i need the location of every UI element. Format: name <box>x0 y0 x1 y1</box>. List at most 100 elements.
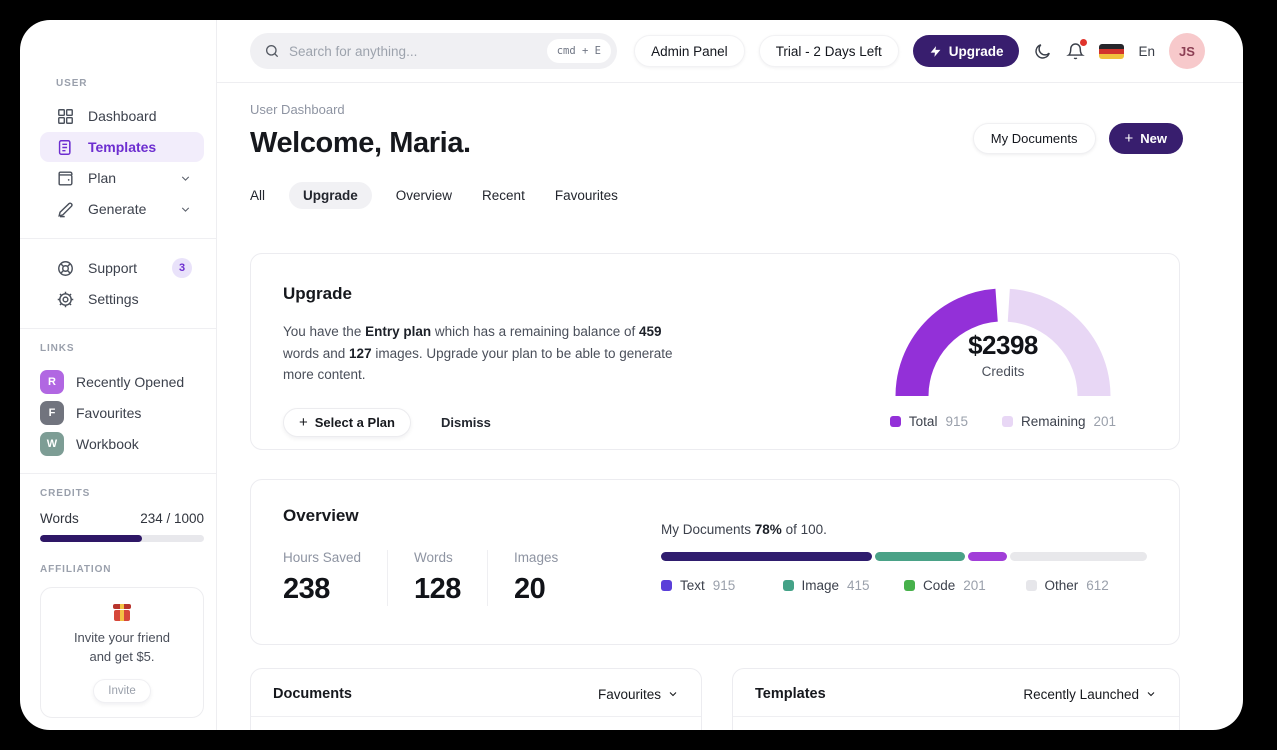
sidebar-item-settings[interactable]: Settings <box>40 284 204 314</box>
templates-filter-dropdown[interactable]: Recently Launched <box>1023 687 1157 702</box>
user-avatar[interactable]: JS <box>1169 33 1205 69</box>
tab-all[interactable]: All <box>250 188 265 203</box>
sidebar-link-favourites[interactable]: F Favourites <box>40 397 204 428</box>
chevron-down-icon <box>1145 688 1157 700</box>
legend-other: Other 612 <box>1025 578 1148 593</box>
credits-progress-bar <box>40 535 204 542</box>
support-badge: 3 <box>172 258 192 278</box>
legend-image: Image 415 <box>782 578 905 593</box>
sidebar-item-label: Support <box>88 260 138 276</box>
pencil-icon <box>56 200 75 219</box>
plus-icon: + <box>1124 130 1134 147</box>
tab-favourites[interactable]: Favourites <box>555 188 618 203</box>
my-documents-button[interactable]: My Documents <box>972 123 1096 154</box>
search-box[interactable]: cmd + E <box>250 33 617 69</box>
legend-text: Text 915 <box>661 578 783 593</box>
app-window: USER Dashboard Templates Plan Generate S… <box>20 20 1243 730</box>
german-flag-icon[interactable] <box>1099 43 1125 59</box>
notifications-bell[interactable] <box>1066 38 1088 61</box>
topbar: cmd + E Admin Panel Trial - 2 Days Left … <box>217 20 1243 83</box>
divider <box>20 473 216 474</box>
upgrade-card: Upgrade You have the Entry plan which ha… <box>250 253 1180 450</box>
legend-remaining: Remaining 201 <box>1001 414 1116 429</box>
legend-total: Total 915 <box>889 414 968 429</box>
link-label: Favourites <box>76 404 142 421</box>
tab-upgrade[interactable]: Upgrade <box>289 182 372 209</box>
sidebar-item-templates[interactable]: Templates <box>40 132 204 162</box>
template-row[interactable]: Blog Post Title in Workbook <box>733 717 1179 730</box>
bar-segment-text <box>661 552 873 561</box>
plus-icon: + <box>299 413 308 431</box>
divider <box>20 238 216 239</box>
sidebar-item-label: Plan <box>88 170 117 186</box>
sidebar-link-workbook[interactable]: W Workbook <box>40 428 204 459</box>
gift-icon <box>113 604 131 621</box>
sidebar-section-credits: CREDITS <box>40 488 91 499</box>
select-plan-button[interactable]: + Select a Plan <box>283 407 411 437</box>
link-label: Workbook <box>76 435 139 452</box>
lightning-icon <box>929 45 942 58</box>
breadcrumb: User Dashboard <box>250 102 345 117</box>
sidebar-item-plan[interactable]: Plan <box>40 163 204 193</box>
legend-swatch <box>904 580 915 591</box>
link-letter-badge: F <box>40 400 64 425</box>
chevron-down-icon <box>179 203 192 216</box>
notification-dot <box>1080 38 1088 46</box>
document-row[interactable]: Untitled Document in Workbook <box>251 717 701 730</box>
documents-progress-bar <box>661 552 1147 561</box>
documents-progress-text: My Documents 78% of 100. <box>661 522 827 537</box>
affiliation-text-line1: Invite your friend <box>73 630 171 645</box>
legend-swatch <box>782 580 794 591</box>
credits-gauge: $2398 Credits Total 915 Remaining 201 <box>883 278 1123 429</box>
tab-recent[interactable]: Recent <box>482 188 525 203</box>
new-button[interactable]: + New <box>1108 123 1183 154</box>
legend-swatch <box>1025 580 1037 591</box>
sidebar-item-label: Dashboard <box>88 108 157 124</box>
upgrade-button[interactable]: Upgrade <box>912 35 1020 67</box>
stat-words: Words 128 <box>414 550 488 606</box>
trial-badge[interactable]: Trial - 2 Days Left <box>758 35 899 67</box>
affiliation-text-line2: and get $5. <box>89 648 155 664</box>
sidebar-link-recently-opened[interactable]: R Recently Opened <box>40 366 204 397</box>
sidebar-item-dashboard[interactable]: Dashboard <box>40 101 204 131</box>
overview-card: Overview Hours Saved 238 Words 128 Image… <box>250 479 1180 645</box>
sidebar-item-support[interactable]: Support 3 <box>40 253 204 283</box>
dark-mode-toggle[interactable] <box>1033 42 1052 61</box>
templates-icon <box>56 138 75 157</box>
documents-filter-dropdown[interactable]: Favourites <box>598 687 679 702</box>
admin-panel-button[interactable]: Admin Panel <box>634 35 745 67</box>
sidebar-item-generate[interactable]: Generate <box>40 194 204 224</box>
bar-segment-image <box>875 552 966 561</box>
sidebar-section-user: USER <box>56 78 88 89</box>
bar-segment-code <box>968 552 1008 561</box>
sidebar-item-label: Templates <box>88 139 157 155</box>
language-selector[interactable]: En <box>1138 44 1155 59</box>
chevron-down-icon <box>667 688 679 700</box>
invite-button[interactable]: Invite <box>93 678 151 703</box>
templates-card-title: Templates <box>755 686 826 702</box>
tab-overview[interactable]: Overview <box>396 188 452 203</box>
stat-images: Images 20 <box>513 550 559 605</box>
overview-card-title: Overview <box>283 506 359 525</box>
search-shortcut: cmd + E <box>546 39 611 63</box>
sidebar: USER Dashboard Templates Plan Generate S… <box>20 20 217 730</box>
tabs: All Upgrade Overview Recent Favourites <box>250 182 1180 209</box>
main-content: User Dashboard Welcome, Maria. My Docume… <box>217 83 1243 730</box>
credits-progress-fill <box>40 535 142 542</box>
legend-code: Code 201 <box>904 578 1026 593</box>
documents-card: Documents Favourites Untitled Document i… <box>250 668 702 730</box>
search-icon <box>264 43 280 59</box>
credits-value: 234 / 1000 <box>140 511 204 526</box>
lifebuoy-icon <box>56 259 75 278</box>
stat-hours-saved: Hours Saved 238 <box>283 550 389 606</box>
documents-card-title: Documents <box>273 686 352 702</box>
sidebar-item-label: Generate <box>88 201 147 217</box>
grid-icon <box>56 107 75 126</box>
dismiss-button[interactable]: Dismiss <box>441 415 491 430</box>
gauge-value: $2398 <box>968 330 1038 360</box>
sidebar-item-label: Settings <box>88 291 139 307</box>
search-input[interactable] <box>289 43 538 59</box>
affiliation-card: Invite your friend and get $5. Invite <box>40 587 204 718</box>
bar-segment-other <box>1010 552 1147 561</box>
legend-swatch <box>889 416 901 427</box>
